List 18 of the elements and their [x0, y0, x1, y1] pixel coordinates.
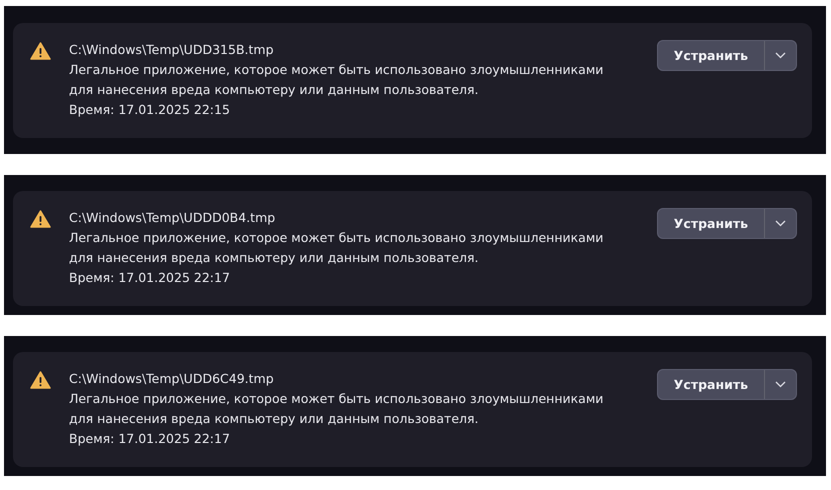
warning-icon	[30, 371, 51, 389]
detection-time: Время: 17.01.2025 22:15	[69, 101, 231, 119]
fix-button[interactable]: Устранить	[658, 41, 765, 70]
detection-time: Время: 17.01.2025 22:17	[69, 430, 231, 448]
fix-button[interactable]: Устранить	[658, 370, 765, 399]
file-path: C:\Windows\Temp\UDDD0B4.tmp	[69, 209, 276, 227]
file-path: C:\Windows\Temp\UDD6C49.tmp	[69, 370, 275, 388]
warning-icon	[30, 210, 51, 228]
threat-description: Легальное приложение, которое может быть использовано злоумышленниками для нанесения вреда компьютеру или данным пользователя.	[69, 61, 604, 99]
threat-description: Легальное приложение, которое может быть использовано злоумышленниками для нанесения вреда компьютеру или данным пользователя.	[69, 390, 604, 428]
fix-button[interactable]: Устранить	[658, 209, 765, 238]
threat-description: Легальное приложение, которое может быть использовано злоумышленниками для нанесения вреда компьютеру или данным пользователя.	[69, 229, 604, 267]
warning-icon	[30, 42, 51, 60]
chevron-down-icon	[775, 220, 786, 227]
file-path: C:\Windows\Temp\UDD315B.tmp	[69, 41, 275, 59]
detection-time: Время: 17.01.2025 22:17	[69, 269, 231, 287]
chevron-down-icon	[775, 381, 786, 388]
chevron-down-icon	[775, 52, 786, 59]
